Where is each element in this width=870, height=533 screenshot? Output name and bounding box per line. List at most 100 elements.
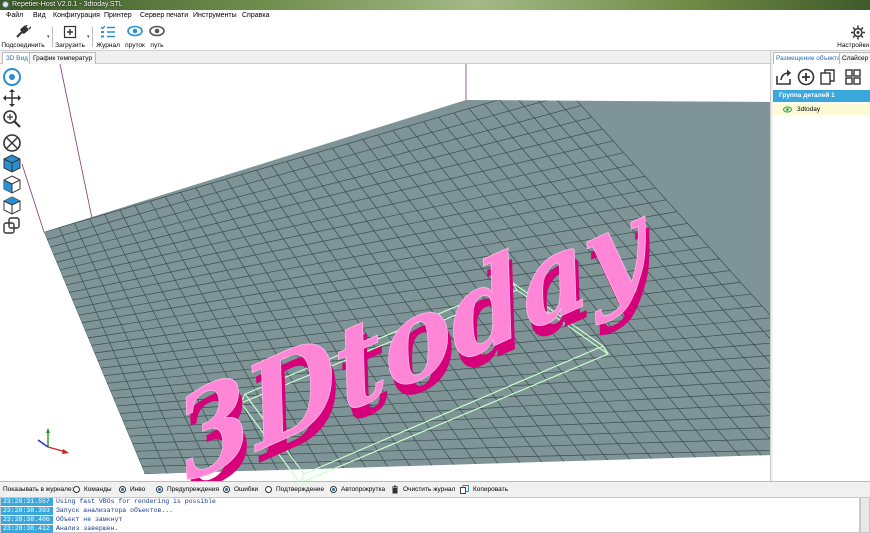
tab-3d-view[interactable]: 3D Вид — [2, 52, 32, 64]
log-line: 23:28:38.412 Анализ завершен. — [1, 525, 861, 533]
object-tools — [773, 65, 870, 89]
move-view-button[interactable] — [2, 88, 22, 108]
menu-print-server[interactable]: Сервер печати — [140, 12, 188, 19]
view-panel: 3D Вид График температур 3Dtoday 3Dtoday — [0, 51, 770, 481]
settings-label: Настройки — [837, 42, 869, 49]
menu-file[interactable]: Файл — [6, 12, 23, 19]
main-toolbar: Подсоединить ▾ Загрузить ▾ Журнал пруток… — [0, 23, 870, 51]
log-autoscroll-checkbox[interactable] — [330, 486, 337, 493]
filament-toggle[interactable]: пруток — [123, 23, 147, 51]
grid-icon — [845, 69, 861, 85]
log-commands-checkbox[interactable] — [73, 486, 80, 493]
load-button[interactable]: Загрузить — [54, 23, 86, 51]
menu-tools[interactable]: Инструменты — [193, 12, 237, 19]
journal-button[interactable]: Журнал — [95, 23, 121, 51]
object-group-header[interactable]: Группа деталей 1 — [773, 90, 870, 102]
eye-icon — [149, 25, 165, 37]
menu-configuration[interactable]: Конфигурация — [53, 12, 100, 19]
trash-icon[interactable] — [391, 485, 399, 494]
zoom-view-button[interactable] — [2, 109, 22, 129]
log-info-checkbox[interactable] — [119, 486, 126, 493]
log-acknowledge-checkbox[interactable] — [265, 486, 272, 493]
log-line: 23:28:38.406 Объект не замкнут — [1, 516, 861, 524]
filament-label: пруток — [125, 42, 145, 49]
3d-scene[interactable]: 3Dtoday 3Dtoday — [0, 64, 770, 481]
log-line: 23:28:38.393 Запуск анализатора объектов… — [1, 507, 861, 515]
import-button[interactable] — [775, 68, 793, 86]
path-label: путь — [150, 42, 164, 49]
object-name: 3dtoday — [797, 106, 821, 113]
log-timestamp: 23:28:31.557 — [1, 498, 53, 506]
object-list-item[interactable]: 3dtoday — [773, 104, 870, 115]
plug-icon — [16, 25, 31, 38]
connect-dropdown-icon[interactable]: ▾ — [47, 34, 50, 40]
log-filter-bar: Показывать в журнале: Команды Инво Преду… — [0, 484, 870, 496]
menu-view[interactable]: Вид — [33, 12, 46, 19]
log-timestamp: 23:28:38.393 — [1, 507, 53, 515]
visibility-eye-icon[interactable] — [783, 106, 792, 113]
log-timestamp: 23:28:38.406 — [1, 516, 53, 524]
fit-object-icon — [3, 134, 21, 152]
log-errors-checkbox[interactable] — [223, 486, 230, 493]
log-warnings-label: Предупреждения — [167, 486, 219, 493]
log-commands-label: Команды — [84, 486, 112, 493]
log-timestamp: 23:28:38.412 — [1, 525, 53, 533]
settings-button[interactable]: Настройки — [836, 23, 870, 51]
move-arrows-icon — [3, 89, 21, 107]
eye-icon — [127, 25, 143, 37]
toolbar-separator — [52, 27, 53, 47]
log-errors-label: Ошибки — [234, 486, 259, 493]
front-view-button[interactable] — [2, 174, 22, 194]
cube-top-icon — [3, 196, 21, 215]
arrange-button[interactable] — [844, 68, 862, 86]
toolbar-separator — [92, 27, 93, 47]
load-dropdown-icon[interactable]: ▾ — [87, 34, 90, 40]
rotate-icon — [3, 68, 21, 86]
log-message: Анализ завершен. — [56, 525, 119, 532]
window-title: Repetier-Host V2.0.1 - 3dtoday.STL — [12, 1, 123, 8]
log-message: Объект не замкнут — [56, 516, 123, 523]
cube-icon — [3, 154, 21, 173]
menu-help[interactable]: Справка — [242, 12, 269, 19]
journal-label: Журнал — [96, 42, 120, 49]
connect-button[interactable]: Подсоединить — [0, 23, 46, 51]
log-output[interactable]: 23:28:31.557 Using fast VBOs for renderi… — [0, 497, 860, 533]
tab-temperature-graph[interactable]: График температур — [29, 52, 97, 64]
zoom-icon — [3, 110, 21, 128]
object-placement-panel: Размещение объекта Слайсер Группа детале… — [773, 51, 870, 481]
tab-object-placement[interactable]: Размещение объекта — [773, 52, 844, 64]
top-view-button[interactable] — [2, 195, 22, 215]
path-toggle[interactable]: путь — [147, 23, 167, 51]
rotate-view-button[interactable] — [2, 67, 22, 87]
view-tabs: 3D Вид График температур — [0, 51, 770, 64]
log-line: 23:28:31.557 Using fast VBOs for renderi… — [1, 498, 861, 506]
menu-printer[interactable]: Принтер — [104, 12, 132, 19]
copy-icon — [820, 69, 835, 85]
log-panel: Показывать в журнале: Команды Инво Преду… — [0, 481, 870, 533]
parallel-view-button[interactable] — [2, 216, 22, 236]
app-icon — [2, 1, 9, 8]
add-object-button[interactable] — [797, 68, 815, 86]
fit-view-button[interactable] — [2, 133, 22, 153]
menu-bar: Файл Вид Конфигурация Принтер Сервер печ… — [0, 10, 870, 23]
log-warnings-checkbox[interactable] — [156, 486, 163, 493]
clear-log-button[interactable]: Очистить журнал — [403, 486, 455, 493]
copy-object-button[interactable] — [819, 68, 837, 86]
iso-view-button[interactable] — [2, 153, 22, 173]
journal-list-icon — [100, 25, 115, 38]
right-tabs: Размещение объекта Слайсер — [773, 51, 870, 64]
log-show-label: Показывать в журнале: — [3, 486, 74, 493]
copy-log-icon[interactable] — [460, 485, 469, 494]
log-info-label: Инво — [130, 486, 146, 493]
tab-slicer[interactable]: Слайсер — [839, 52, 870, 64]
share-icon — [776, 69, 791, 85]
connect-label: Подсоединить — [1, 42, 45, 49]
log-scrollbar[interactable] — [860, 497, 870, 533]
copy-log-button[interactable]: Копировать — [473, 486, 508, 493]
add-circle-icon — [797, 68, 815, 86]
title-bar: Repetier-Host V2.0.1 - 3dtoday.STL — [0, 0, 870, 10]
log-message: Запуск анализатора объектов... — [56, 507, 174, 514]
log-acknowledge-label: Подтверждение — [276, 486, 325, 493]
log-message: Using fast VBOs for rendering is possibl… — [56, 498, 216, 505]
load-label: Загрузить — [55, 42, 85, 49]
